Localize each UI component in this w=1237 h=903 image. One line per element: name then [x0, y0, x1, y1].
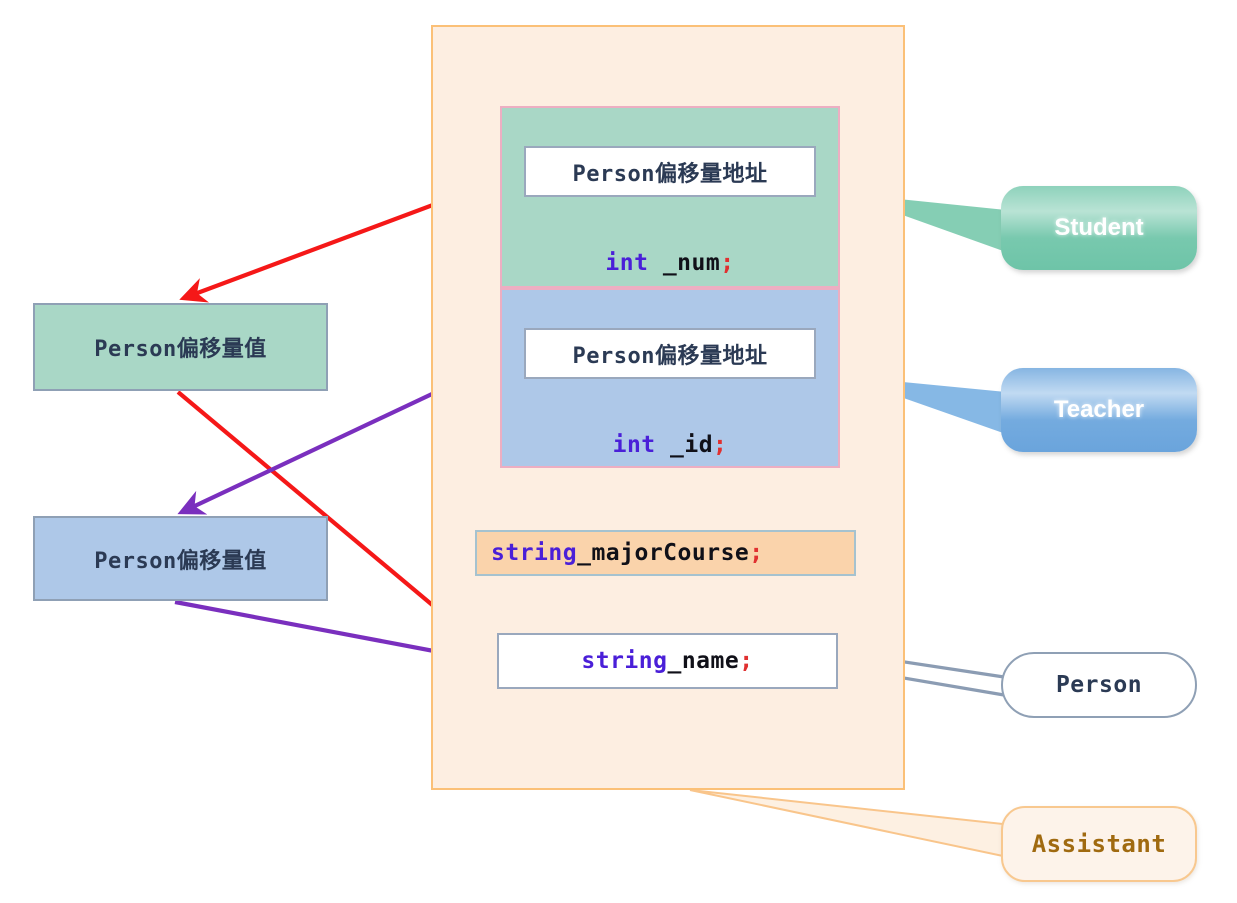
identifier-majorcourse: _majorCourse [577, 540, 750, 566]
identifier-num: _num [662, 250, 721, 276]
diagram-canvas: Person偏移量地址 int _num; Person偏移量地址 int _i… [0, 0, 1237, 903]
keyword-int-student: int [605, 250, 649, 276]
student-offset-address-field: Person偏移量地址 [524, 146, 816, 197]
keyword-int-teacher: int [612, 432, 656, 458]
assistant-connector [689, 789, 1004, 858]
student-member-num: int _num; [500, 250, 840, 276]
semicolon-major: ; [749, 540, 764, 566]
identifier-name: _name [667, 648, 740, 674]
badge-student: Student [1001, 186, 1197, 270]
major-course-member: string _majorCourse; [475, 530, 856, 576]
keyword-string-name: string [581, 648, 668, 674]
semicolon-teacher: ; [713, 432, 728, 458]
keyword-string-major: string [491, 540, 578, 566]
badge-assistant: Assistant [1001, 806, 1197, 882]
space-teacher [656, 432, 670, 458]
name-member: string _name; [497, 633, 838, 689]
space-student [648, 250, 662, 276]
teacher-member-id: int _id; [500, 432, 840, 458]
offset-value-box-student: Person偏移量值 [33, 303, 328, 391]
teacher-offset-address-field: Person偏移量地址 [524, 328, 816, 379]
identifier-id: _id [670, 432, 714, 458]
badge-teacher: Teacher [1001, 368, 1197, 452]
badge-person: Person [1001, 652, 1197, 718]
offset-value-box-teacher: Person偏移量值 [33, 516, 328, 601]
semicolon-student: ; [720, 250, 735, 276]
semicolon-name: ; [739, 648, 754, 674]
